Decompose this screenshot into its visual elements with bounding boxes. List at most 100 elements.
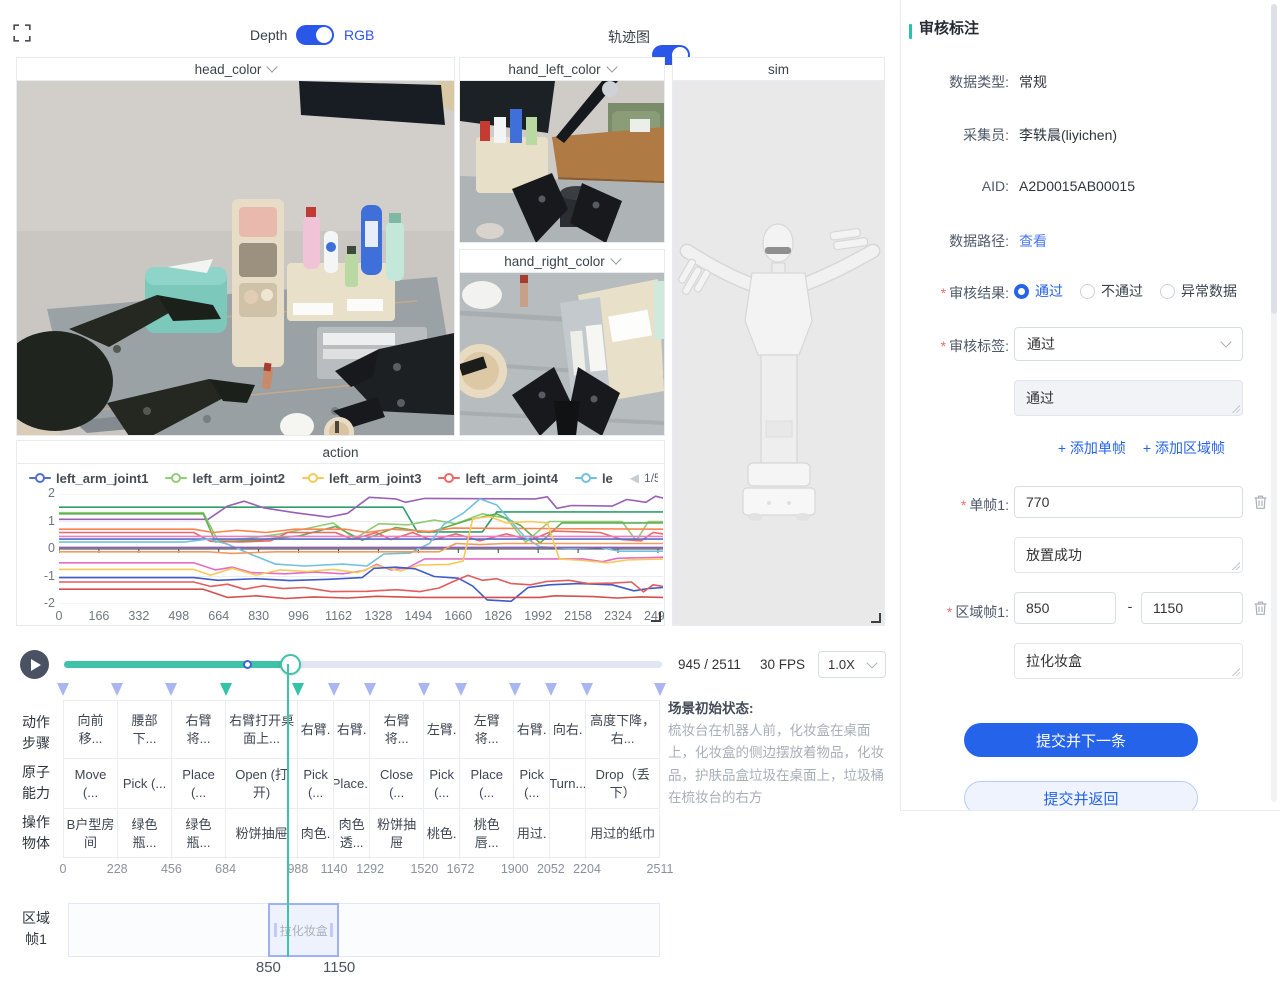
add-region-frame-link[interactable]: + 添加区域帧 [1143, 438, 1225, 458]
resize-grip-icon[interactable] [1231, 667, 1240, 676]
table-cell: Place (... [460, 759, 514, 809]
steps-table: 向前移...腰部下...右臂将...右臂打开桌面上...右臂.右臂.右臂将...… [63, 700, 660, 858]
fullscreen-icon[interactable] [13, 24, 31, 42]
legend-item[interactable]: left_arm_joint3 [302, 471, 421, 486]
table-cell: 绿色瓶... [118, 809, 172, 859]
x-tick-label: 1992 [524, 609, 552, 623]
action-chart-panel: action left_arm_joint1 left_arm_joint2 lef… [16, 440, 665, 626]
legend-label: left_arm_joint1 [56, 471, 148, 486]
legend-item[interactable]: left_arm_joint4 [438, 471, 557, 486]
delete-single-frame-icon[interactable] [1253, 494, 1268, 510]
resize-grip-icon[interactable] [1231, 561, 1240, 570]
step-marker-triangle[interactable] [57, 683, 69, 696]
data-path-link[interactable]: 查看 [1019, 231, 1047, 251]
data-type-value: 常规 [1019, 72, 1047, 92]
radio-option[interactable]: 异常数据 [1160, 281, 1237, 301]
step-marker-triangle[interactable] [455, 683, 467, 696]
hand-left-camera-selector[interactable]: hand_left_color [460, 58, 664, 81]
step-marker-triangle[interactable] [292, 683, 304, 696]
step-marker-triangle[interactable] [545, 683, 557, 696]
chart-y-axis: 210-1-2 [17, 441, 55, 626]
depth-rgb-toggle[interactable] [296, 25, 334, 45]
region-block-right-handle[interactable] [330, 923, 333, 937]
review-tag-select[interactable]: 通过 [1014, 327, 1243, 361]
scrollbar-thumb[interactable] [1271, 4, 1277, 314]
sim-panel-header: sim [673, 58, 884, 81]
radio-label: 异常数据 [1181, 281, 1237, 301]
step-marker-triangle[interactable] [581, 683, 593, 696]
chevron-down-icon [267, 61, 278, 72]
table-cell: 右臂将... [370, 701, 424, 759]
region-block-left-handle[interactable] [274, 923, 277, 937]
submit-next-button[interactable]: 提交并下一条 [964, 723, 1198, 757]
delete-region-frame-icon[interactable] [1253, 600, 1268, 616]
playback-slider-handle[interactable] [280, 654, 301, 675]
add-single-frame-link[interactable]: + 添加单帧 [1058, 438, 1126, 458]
single-frame-comment[interactable]: 放置成功 [1014, 537, 1243, 573]
table-cell: 桃色. [424, 809, 460, 859]
x-tick-label: 1826 [484, 609, 512, 623]
review-result-label: *审核结果: [901, 283, 1009, 303]
playback-slider[interactable] [64, 661, 662, 668]
data-path-label: 数据路径: [901, 231, 1009, 251]
table-cell: Move (... [64, 759, 118, 809]
resize-grip-icon[interactable] [1231, 404, 1240, 413]
step-marker-triangle[interactable] [328, 683, 340, 696]
region-frame-track[interactable]: 拉化妆盒 [68, 903, 660, 957]
legend-prev-icon[interactable]: ◀ [630, 472, 639, 484]
play-icon [31, 659, 41, 671]
submit-return-button[interactable]: 提交并返回 [964, 781, 1198, 811]
legend-marker-icon [575, 473, 597, 483]
legend-marker-icon [302, 473, 324, 483]
step-marker-triangle[interactable] [418, 683, 430, 696]
playback-speed-select[interactable]: 1.0X [818, 651, 886, 678]
speed-value: 1.0X [828, 657, 855, 672]
step-marker-triangle[interactable] [220, 683, 232, 696]
play-button[interactable] [20, 650, 49, 679]
step-marker-triangle[interactable] [111, 683, 123, 696]
step-marker-triangle[interactable] [509, 683, 521, 696]
table-cell: Place.. [334, 759, 370, 809]
action-chart-header: action [17, 441, 664, 464]
sim-3d-view[interactable] [673, 81, 884, 626]
head-camera-image [17, 81, 454, 436]
app-root: Depth RGB 轨迹图 head_color [0, 0, 1280, 987]
step-marker-triangle[interactable] [165, 683, 177, 696]
table-cell: Pick (... [118, 759, 172, 809]
radio-option[interactable]: 不通过 [1080, 281, 1143, 301]
step-marker-triangle[interactable] [654, 683, 666, 696]
x-tick-label: 1328 [365, 609, 393, 623]
region-frame-block[interactable]: 拉化妆盒 [268, 903, 339, 957]
radio-circle-icon [1160, 284, 1175, 299]
radio-option[interactable]: 通过 [1014, 281, 1063, 301]
review-tag-value: 通过 [1027, 334, 1055, 354]
frame-counter: 945 / 2511 [678, 657, 741, 672]
legend-item[interactable]: le [575, 471, 613, 486]
frame-axis-label: 228 [107, 862, 128, 876]
single-frame-input[interactable] [1014, 486, 1243, 518]
hand-right-camera-selector[interactable]: hand_right_color [460, 250, 664, 273]
table-cell: 粉饼抽屉 [370, 809, 424, 859]
resize-handle-icon[interactable] [651, 612, 661, 622]
frame-axis: 0228456684988114012921520167219002052220… [63, 862, 660, 878]
region-start-input[interactable] [1014, 592, 1116, 624]
region-end-input[interactable] [1141, 592, 1243, 624]
x-tick-label: 332 [128, 609, 149, 623]
scene-initial-state: 场景初始状态: 梳妆台在机器人前，化妆盒在桌面上，化妆盒的侧边摆放着物品，化妆品… [668, 697, 892, 809]
head-camera-selector[interactable]: head_color [17, 58, 454, 81]
region-frame-comment[interactable]: 拉化妆盒 [1014, 643, 1243, 679]
x-tick-label: 1660 [444, 609, 472, 623]
y-tick-label: 2 [48, 486, 55, 500]
frame-axis-label: 1900 [501, 862, 529, 876]
legend-item[interactable]: left_arm_joint2 [165, 471, 284, 486]
review-tag-comment[interactable]: 通过 [1014, 380, 1243, 416]
frame-axis-label: 0 [60, 862, 67, 876]
chevron-down-icon [1220, 336, 1231, 347]
step-marker-triangle[interactable] [364, 683, 376, 696]
table-cell: Pick (... [298, 759, 334, 809]
resize-handle-icon[interactable] [871, 613, 881, 623]
fps-label: 30 FPS [760, 657, 805, 672]
y-tick-label: 0 [48, 541, 55, 555]
head-camera-title: head_color [195, 62, 262, 77]
table-cell: Pick (... [424, 759, 460, 809]
